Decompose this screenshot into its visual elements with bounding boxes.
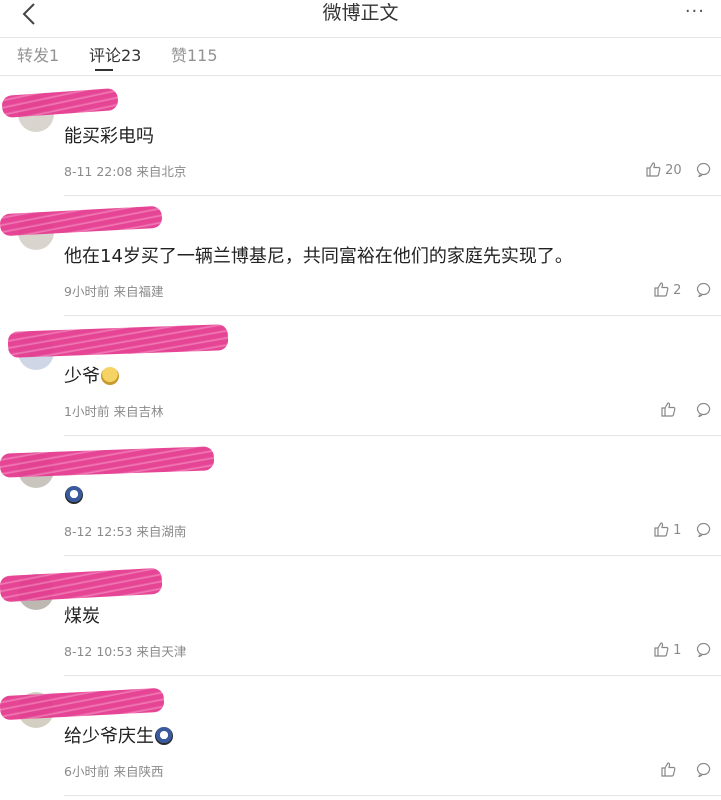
tab-reposts[interactable]: 转发1 <box>17 42 59 66</box>
comment-text: 少爷 <box>64 365 119 389</box>
redacted-username <box>0 687 165 721</box>
comment-bubble-icon[interactable] <box>696 282 711 297</box>
more-options-button[interactable]: ··· <box>685 2 705 22</box>
dog-face-emoji-icon <box>65 486 83 504</box>
top-bar: 微博正文 ··· <box>0 0 721 30</box>
dog-face-emoji-icon <box>155 727 173 745</box>
comment-meta: 8-12 10:53 来自天津 <box>64 644 187 659</box>
comment-bubble-icon[interactable] <box>696 402 711 417</box>
comment-item: 煤炭 8-12 10:53 来自天津 1 <box>0 556 721 676</box>
thumbs-up-icon <box>661 402 676 417</box>
like-button[interactable] <box>660 761 676 778</box>
comment-meta: 9小时前 来自福建 <box>64 284 164 299</box>
comment-bubble-icon[interactable] <box>696 522 711 537</box>
comment-divider <box>64 795 721 796</box>
comment-bubble-icon[interactable] <box>696 642 711 657</box>
comment-meta: 8-12 12:53 来自湖南 <box>64 524 187 539</box>
redacted-username <box>0 446 215 478</box>
like-button[interactable]: 2 <box>653 281 681 298</box>
redacted-username <box>7 324 229 358</box>
comment-item: 给少爷庆生 6小时前 来自陕西 <box>0 676 721 796</box>
comment-text: 能买彩电吗 <box>64 126 154 147</box>
redacted-username <box>1 87 119 119</box>
like-button[interactable]: 1 <box>653 641 681 658</box>
like-button[interactable]: 20 <box>645 161 682 178</box>
page-title: 微博正文 <box>322 2 399 24</box>
comment-text: 他在14岁买了一辆兰博基尼，共同富裕在他们的家庭先实现了。 <box>64 246 573 267</box>
like-button[interactable]: 1 <box>653 521 681 538</box>
like-button[interactable] <box>660 401 676 418</box>
comment-bubble-icon[interactable] <box>696 762 711 777</box>
thumbs-up-icon <box>654 642 669 657</box>
comment-meta: 1小时前 来自吉林 <box>64 404 164 419</box>
thumbs-up-icon <box>654 522 669 537</box>
comment-text: 给少爷庆生 <box>64 725 173 749</box>
comment-item: 少爷 1小时前 来自吉林 <box>0 316 721 436</box>
comment-item: 能买彩电吗 8-11 22:08 来自北京 20 <box>0 76 721 196</box>
comment-bubble-icon[interactable] <box>696 162 711 177</box>
thumbs-up-icon <box>661 762 676 777</box>
comment-item: 8-12 12:53 来自湖南 1 <box>0 436 721 556</box>
thumbs-up-icon <box>646 162 661 177</box>
comment-item: 他在14岁买了一辆兰博基尼，共同富裕在他们的家庭先实现了。 9小时前 来自福建 … <box>0 196 721 316</box>
tab-comments[interactable]: 评论23 <box>89 42 141 66</box>
comment-text <box>64 484 83 508</box>
redacted-username <box>0 567 163 603</box>
crying-emoji-icon <box>101 367 119 385</box>
comment-meta: 6小时前 来自陕西 <box>64 764 164 779</box>
thumbs-up-icon <box>654 282 669 297</box>
comment-meta: 8-11 22:08 来自北京 <box>64 164 187 179</box>
redacted-username <box>0 205 163 237</box>
active-tab-indicator <box>95 69 113 71</box>
comment-text: 煤炭 <box>64 606 100 627</box>
tab-likes[interactable]: 赞115 <box>171 42 218 66</box>
